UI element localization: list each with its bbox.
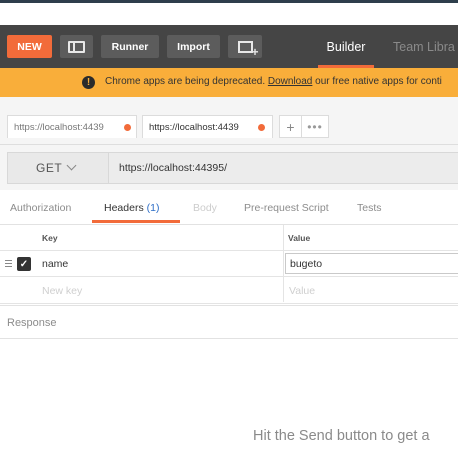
sidebar-icon [68, 40, 85, 53]
headers-table-header: Key Value [0, 225, 458, 251]
drag-handle-icon[interactable] [5, 260, 12, 267]
import-button[interactable]: Import [167, 35, 220, 58]
add-tab-button[interactable]: + [279, 115, 302, 138]
response-section-header: Response [0, 305, 458, 339]
chevron-down-icon [66, 160, 77, 171]
tab-pre-request-script[interactable]: Pre-request Script [244, 202, 329, 214]
new-header-row: New key Value [0, 277, 458, 304]
value-column-header: Value [288, 233, 311, 243]
banner-message: Chrome apps are being deprecated. Downlo… [105, 76, 442, 87]
banner-text-before: Chrome apps are being deprecated. [105, 76, 266, 87]
new-key-input[interactable]: New key [42, 285, 82, 297]
new-value-input[interactable]: Value [289, 285, 315, 297]
key-column-header: Key [42, 233, 58, 243]
request-tab-active[interactable]: https://localhost:4439 [142, 115, 273, 138]
download-link[interactable]: Download [268, 76, 312, 87]
url-input[interactable]: https://localhost:44395/ [109, 152, 458, 184]
window-top-spacer [0, 3, 458, 25]
send-hint-text: Hit the Send button to get a [253, 428, 430, 444]
warning-icon: ! [82, 76, 95, 89]
new-window-icon: + [237, 40, 259, 58]
request-tabs-bar: https://localhost:4439 https://localhost… [0, 97, 458, 145]
request-subtabs: Authorization Headers (1) Body Pre-reque… [0, 190, 458, 225]
runner-button[interactable]: Runner [101, 35, 159, 58]
header-enabled-checkbox[interactable]: ✓ [17, 257, 31, 271]
unsaved-dot-icon [258, 124, 265, 131]
request-tab-label: https://localhost:4439 [14, 121, 104, 133]
column-divider [283, 251, 284, 276]
more-tabs-button[interactable]: ••• [302, 115, 329, 138]
column-divider [283, 277, 284, 302]
header-row: ✓ name bugeto [0, 251, 458, 277]
tab-builder[interactable]: Builder [312, 25, 380, 68]
tab-builder-label: Builder [326, 39, 366, 54]
header-value-input[interactable]: bugeto [285, 253, 458, 274]
response-label: Response [7, 317, 57, 329]
tab-tests[interactable]: Tests [357, 202, 382, 214]
method-select[interactable]: GET [7, 152, 109, 184]
banner-text-after: our free native apps for conti [315, 76, 442, 87]
tab-body[interactable]: Body [193, 202, 217, 214]
new-window-button[interactable]: + [228, 35, 262, 58]
tab-authorization[interactable]: Authorization [10, 202, 71, 214]
headers-count-badge: (1) [146, 202, 160, 214]
request-tab[interactable]: https://localhost:4439 [7, 115, 137, 138]
unsaved-dot-icon [124, 124, 131, 131]
toggle-sidebar-button[interactable] [60, 35, 93, 58]
tab-headers-label: Headers [104, 202, 144, 214]
new-button[interactable]: NEW [7, 35, 52, 58]
tab-headers-active-indicator [92, 220, 180, 223]
request-url-bar: GET https://localhost:44395/ [0, 145, 458, 190]
app-header: NEW Runner Import + Builder Team Libra [0, 25, 458, 68]
method-label: GET [36, 161, 63, 175]
column-divider [283, 225, 284, 250]
request-tab-label: https://localhost:4439 [149, 121, 239, 133]
tab-headers[interactable]: Headers (1) [104, 202, 159, 214]
deprecation-banner: ! Chrome apps are being deprecated. Down… [0, 68, 458, 97]
header-key-input[interactable]: name [42, 258, 68, 270]
tab-team-library[interactable]: Team Libra [393, 25, 455, 68]
